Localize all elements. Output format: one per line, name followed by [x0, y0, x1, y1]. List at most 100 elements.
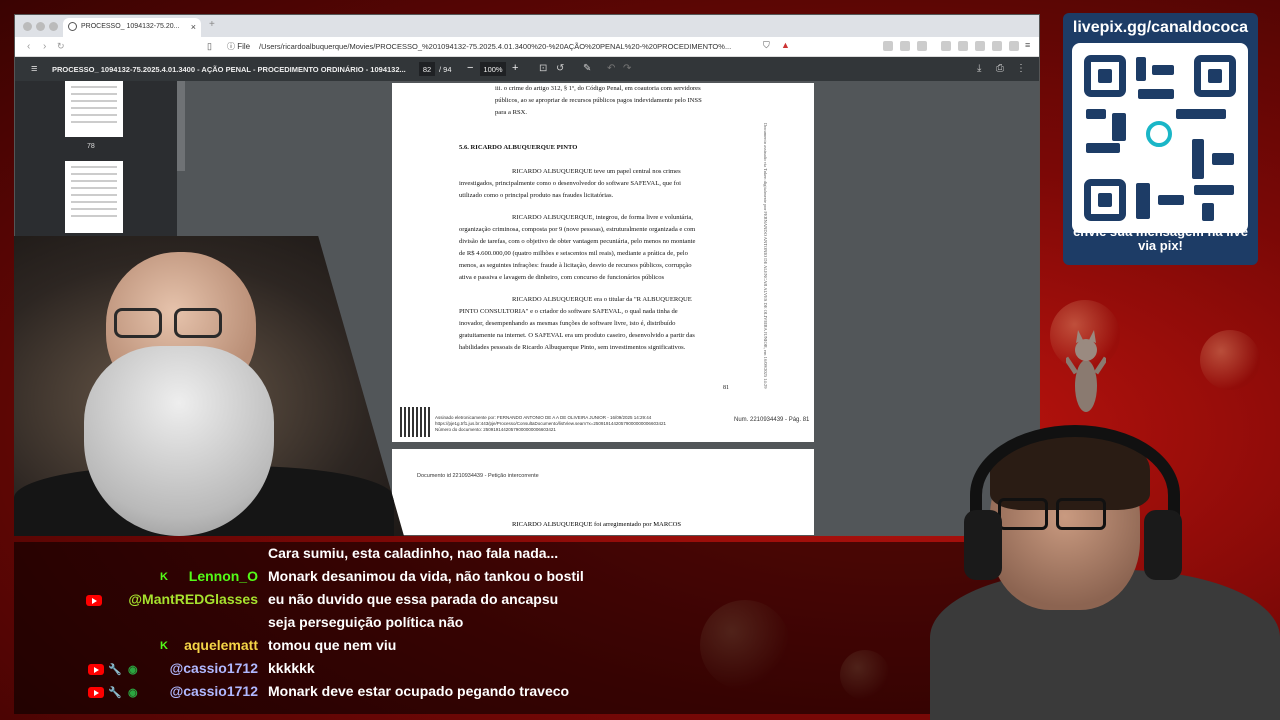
- chat-username: aquelematt: [184, 637, 258, 653]
- livepix-panel: livepix.gg/canaldococa envie sua mensage…: [1063, 13, 1258, 265]
- rotate-icon[interactable]: ↺: [556, 63, 564, 74]
- chat-text: seja perseguição política não: [268, 614, 464, 630]
- chat-message: seja perseguição política não: [14, 614, 1014, 634]
- doc-line: utilizado como o principal produto nas f…: [459, 192, 614, 199]
- new-tab-icon[interactable]: +: [209, 19, 215, 30]
- qr-finder: [1084, 179, 1126, 221]
- undo-icon[interactable]: ↶: [607, 63, 615, 74]
- doc-line: RICARDO ALBUQUERQUE foi arregimentado po…: [512, 521, 682, 528]
- page-reference: Num. 2210934439 - Pág. 81: [734, 417, 810, 423]
- qr-finder: [1194, 55, 1236, 97]
- page-header: Documento id 2210934439 - Petição interc…: [417, 473, 539, 479]
- doc-line: para a RSX.: [495, 109, 528, 116]
- pdf-title: PROCESSO_ 1094132-75.2025.4.01.3400 - AÇ…: [52, 65, 406, 74]
- livepix-url: livepix.gg/canaldococa: [1072, 19, 1249, 36]
- chat-text: kkkkkk: [268, 660, 315, 676]
- chat-message: 🔧 ◉ @cassio1712 Monark deve estar ocupado p…: [14, 683, 1014, 703]
- guest-beard: [84, 346, 274, 536]
- chat-text: tomou que nem viu: [268, 637, 397, 653]
- download-icon[interactable]: ⤓: [977, 63, 981, 74]
- extension-icon[interactable]: [883, 41, 893, 51]
- page-total: / 94: [439, 65, 452, 74]
- qr-module: [1138, 89, 1174, 99]
- chat-message: Kaquelematt tomou que nem viu: [14, 637, 1014, 657]
- chat-message: K Lennon_O Monark desanimou da vida, não t…: [14, 568, 1014, 588]
- sidebar-icon[interactable]: [958, 41, 968, 51]
- doc-line: PINTO CONSULTORIA" e o criador do softwa…: [459, 308, 678, 315]
- qr-module: [1112, 113, 1126, 141]
- profile-icon[interactable]: [1009, 41, 1019, 51]
- headset-earcup: [1144, 510, 1182, 580]
- window-maximize-dot[interactable]: [49, 22, 58, 31]
- qr-module: [1192, 139, 1204, 179]
- window-close-dot[interactable]: [23, 22, 32, 31]
- scrollbar[interactable]: [177, 81, 185, 171]
- qr-finder: [1084, 55, 1126, 97]
- globe-icon: [68, 22, 77, 31]
- extension-icon[interactable]: [917, 41, 927, 51]
- chat-text: eu não duvido que essa parada do ancapsu: [268, 591, 559, 607]
- qr-module: [1086, 143, 1120, 153]
- chat-overlay: Cara sumiu, esta caladinho, nao fala nad…: [14, 542, 1014, 714]
- thumbnail-label: 78: [87, 143, 95, 150]
- zoom-level-input[interactable]: 100%: [480, 62, 506, 76]
- bookmark-icon[interactable]: ▯: [207, 41, 212, 52]
- back-icon[interactable]: ‹: [27, 41, 30, 52]
- document-qr-code: [400, 407, 432, 437]
- qr-module: [1136, 183, 1150, 219]
- qr-module: [1158, 195, 1184, 205]
- livepix-qr-code: [1072, 43, 1248, 233]
- webcam-streamer: [930, 420, 1280, 720]
- pdf-page: Documento id 2210934439 - Petição interc…: [392, 449, 814, 535]
- chat-username: @cassio1712: [169, 660, 258, 676]
- page-number-input[interactable]: 82: [419, 62, 435, 76]
- qr-module: [1202, 203, 1214, 221]
- qr-module: [1194, 185, 1234, 195]
- tab-bar: PROCESSO_ 1094132-75.20... × +: [15, 15, 1039, 37]
- chat-username: Lennon_O: [188, 568, 258, 584]
- doc-line: habilidades pessoais de Ricardo Albuquer…: [459, 344, 686, 351]
- print-icon[interactable]: ⎙: [996, 63, 1004, 74]
- chat-message: Cara sumiu, esta caladinho, nao fala nad…: [14, 545, 1014, 565]
- extension-icon[interactable]: [900, 41, 910, 51]
- doc-line: menos, as seguintes infrações: fraude à …: [459, 262, 692, 269]
- forward-icon[interactable]: ›: [43, 41, 46, 52]
- annotate-icon[interactable]: ✎: [583, 63, 591, 74]
- side-stamp: Documento assinado via Token digitalment…: [763, 123, 768, 389]
- extension-icon[interactable]: [992, 41, 1002, 51]
- guest-glasses: [114, 308, 162, 338]
- chat-message: @MantREDGlasses eu não duvido que essa pa…: [14, 591, 1014, 611]
- file-chip[interactable]: ⓘ File: [227, 41, 250, 52]
- section-heading: 5.6. RICARDO ALBUQUERQUE PINTO: [459, 144, 578, 151]
- background-bubble: [1200, 330, 1260, 390]
- doc-line: RICARDO ALBUQUERQUE teve um papel centra…: [512, 168, 681, 175]
- doc-line: inovador, desempenhando as mesmas funçõe…: [459, 320, 676, 327]
- extension-icon[interactable]: [975, 41, 985, 51]
- doc-line: investigados, principalmente como o dese…: [459, 180, 682, 187]
- redo-icon[interactable]: ↷: [623, 63, 631, 74]
- hamburger-menu-icon[interactable]: ≡: [31, 63, 37, 75]
- reload-icon[interactable]: ↻: [57, 41, 65, 52]
- shield-icon[interactable]: ⛉: [763, 40, 770, 51]
- tab-title: PROCESSO_ 1094132-75.20...: [81, 23, 180, 30]
- browser-tab[interactable]: PROCESSO_ 1094132-75.20... ×: [63, 18, 201, 37]
- menu-icon[interactable]: ≡: [1025, 40, 1030, 50]
- chat-text: Cara sumiu, esta caladinho, nao fala nad…: [268, 545, 559, 561]
- doc-line: organização criminosa, composta por 9 (n…: [459, 226, 696, 233]
- zoom-out-button[interactable]: −: [467, 62, 473, 74]
- warning-icon[interactable]: ▲: [781, 40, 790, 50]
- doc-line: públicos, ao se apropriar de recursos pú…: [495, 97, 702, 104]
- qr-module: [1136, 57, 1146, 81]
- guest-glasses: [174, 308, 222, 338]
- fit-page-icon[interactable]: ⊡: [539, 63, 547, 74]
- zoom-in-button[interactable]: +: [512, 62, 518, 74]
- more-options-icon[interactable]: ⋮: [1016, 63, 1026, 74]
- page-thumbnail[interactable]: [65, 81, 123, 137]
- close-tab-icon[interactable]: ×: [191, 22, 196, 32]
- page-thumbnail[interactable]: [65, 161, 123, 233]
- file-label: File: [237, 42, 251, 51]
- qr-module: [1176, 109, 1226, 119]
- url-field[interactable]: /Users/ricardoalbuquerque/Movies/PROCESS…: [259, 42, 751, 51]
- download-icon[interactable]: [941, 41, 951, 51]
- window-minimize-dot[interactable]: [36, 22, 45, 31]
